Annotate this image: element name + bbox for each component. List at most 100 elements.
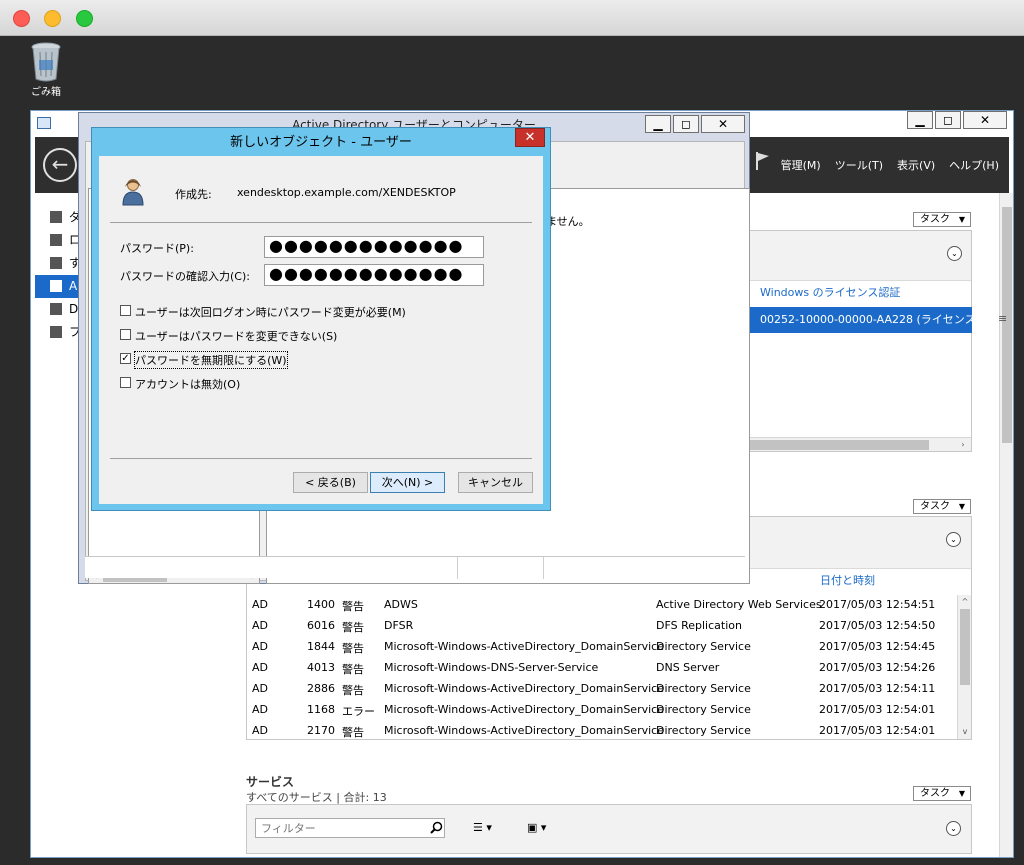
confirm-password-field[interactable]: ●●●●●●●●●●●●● — [264, 264, 484, 286]
table-cell: Active Directory Web Services — [656, 598, 822, 611]
maximize-button[interactable]: ◻ — [935, 111, 961, 129]
table-row[interactable]: AD 1844 警告 Microsoft-Windows-ActiveDirector… — [247, 636, 957, 657]
table-cell: 警告 — [342, 684, 364, 697]
server-manager-app-icon — [37, 117, 51, 129]
license-hscrollbar[interactable]: › — [749, 437, 971, 451]
checkbox-box[interactable] — [120, 377, 131, 388]
checkbox-box[interactable] — [120, 305, 131, 316]
main-scrollbar[interactable] — [999, 193, 1013, 857]
save-query-icon[interactable]: ▣ ▾ — [527, 821, 546, 834]
notification-flag-icon[interactable] — [755, 151, 771, 171]
aduc-minimize-button[interactable]: ▁ — [645, 115, 671, 133]
task-dropdown-2[interactable]: タスク — [913, 499, 971, 514]
list-view-options-icon[interactable]: ☰ ▾ — [473, 821, 492, 834]
table-row[interactable]: AD 1400 警告 ADWS Active Directory Web Service… — [247, 594, 957, 615]
search-icon[interactable] — [430, 821, 443, 834]
table-cell: Microsoft-Windows-DNS-Server-Service — [384, 661, 599, 674]
table-cell: AD — [252, 724, 268, 737]
table-cell: AD — [252, 640, 268, 653]
task-dropdown-3[interactable]: タスク — [913, 786, 971, 801]
license-activation-link[interactable]: Windows のライセンス認証 — [760, 284, 900, 300]
next-button[interactable]: 次へ(N) > — [370, 472, 445, 493]
panel-gripper-icon: ≡ — [998, 312, 1008, 325]
dashboard-icon — [50, 211, 62, 223]
license-hscroll-thumb[interactable] — [749, 440, 929, 450]
license-key-row[interactable]: 00252-10000-00000-AA228 (ライセンス認証 — [748, 307, 972, 333]
table-row[interactable]: AD 6016 警告 DFSR DFS Replication 2017/05/03 12… — [247, 615, 957, 636]
checkbox-box[interactable] — [120, 329, 131, 340]
dialog-title: 新しいオブジェクト - ユーザー — [230, 135, 412, 150]
table-cell: DFSR — [384, 619, 414, 632]
table-cell: 2017/05/03 12:54:50 — [819, 619, 936, 632]
back-button[interactable]: < 戻る(B) — [293, 472, 368, 493]
create-in-label: 作成先: — [175, 188, 212, 201]
scroll-right-icon[interactable]: › — [957, 439, 969, 451]
cancel-button[interactable]: キャンセル — [458, 472, 533, 493]
menu-manage[interactable]: 管理(M) — [781, 157, 821, 173]
divider — [110, 222, 532, 223]
table-cell: AD — [252, 619, 268, 632]
table-cell: 2017/05/03 12:54:45 — [819, 640, 936, 653]
minimize-button[interactable]: ▁ — [907, 111, 933, 129]
table-cell: 1844 — [307, 640, 335, 653]
table-cell: Microsoft-Windows-ActiveDirectory_Domain… — [384, 703, 664, 716]
date-column-header[interactable]: 日付と時刻 — [820, 572, 875, 588]
events-scrollbar[interactable]: ^ v — [957, 595, 971, 739]
table-cell: 警告 — [342, 726, 364, 739]
table-cell: 2886 — [307, 682, 335, 695]
close-button[interactable]: ✕ — [963, 111, 1007, 129]
services-subtitle: すべてのサービス | 合計: 13 — [246, 791, 387, 804]
events-scrollbar-thumb[interactable] — [960, 609, 970, 685]
back-arrow-icon: ← — [51, 152, 69, 176]
table-cell: ADWS — [384, 598, 418, 611]
dialog-close-button[interactable]: ✕ — [515, 128, 545, 147]
menu-help[interactable]: ヘルプ(H) — [949, 157, 999, 173]
aduc-message: ません。 — [546, 215, 590, 228]
filter-input[interactable] — [255, 818, 445, 838]
table-cell: 警告 — [342, 642, 364, 655]
window-titlebar — [0, 0, 1024, 36]
password-label: パスワード(P): — [120, 242, 194, 255]
servers-icon — [50, 257, 62, 269]
aduc-close-button[interactable]: ✕ — [701, 115, 745, 133]
table-cell: 4013 — [307, 661, 335, 674]
table-cell: Directory Service — [656, 640, 751, 653]
services-title: サービス — [246, 775, 295, 789]
aduc-statusbar — [85, 556, 745, 579]
expand-chevron-icon[interactable]: ⌄ — [946, 821, 961, 836]
task-dropdown-1[interactable]: タスク — [913, 212, 971, 227]
scroll-down-icon[interactable]: v — [959, 726, 971, 738]
table-cell: AD — [252, 682, 268, 695]
table-cell: 警告 — [342, 621, 364, 634]
table-cell: Microsoft-Windows-ActiveDirectory_Domain… — [384, 724, 664, 737]
back-button[interactable]: ← — [43, 148, 77, 182]
password-field[interactable]: ●●●●●●●●●●●●● — [264, 236, 484, 258]
trash-label: ごみ箱 — [31, 87, 61, 98]
close-icon: ✕ — [524, 130, 536, 145]
create-in-value: xendesktop.example.com/XENDESKTOP — [237, 186, 456, 199]
menu-tools[interactable]: ツール(T) — [835, 157, 883, 173]
table-row[interactable]: AD 2886 警告 Microsoft-Windows-ActiveDirector… — [247, 678, 957, 699]
table-row[interactable]: AD 4013 警告 Microsoft-Windows-DNS-Server-Ser… — [247, 657, 957, 678]
close-window-button[interactable] — [13, 10, 30, 27]
table-cell: Microsoft-Windows-ActiveDirectory_Domain… — [384, 640, 664, 653]
minimize-window-button[interactable] — [44, 10, 61, 27]
checkmark-icon[interactable]: ✓ — [120, 353, 131, 364]
zoom-window-button[interactable] — [76, 10, 93, 27]
table-cell: 2017/05/03 12:54:26 — [819, 661, 936, 674]
aduc-maximize-button[interactable]: ◻ — [673, 115, 699, 133]
menu-view[interactable]: 表示(V) — [897, 157, 935, 173]
table-cell: AD — [252, 598, 268, 611]
table-cell: 警告 — [342, 600, 364, 613]
main-scrollbar-thumb[interactable] — [1002, 207, 1012, 443]
trash-desktop-item[interactable]: ごみ箱 — [24, 42, 68, 98]
user-icon — [122, 179, 144, 206]
table-row[interactable]: AD 1168 エラー Microsoft-Windows-ActiveDirecto… — [247, 699, 957, 720]
scroll-up-icon[interactable]: ^ — [959, 596, 971, 608]
expand-chevron-icon[interactable]: ⌄ — [947, 246, 962, 261]
expand-chevron-icon[interactable]: ⌄ — [946, 532, 961, 547]
table-row[interactable]: AD 2170 警告 Microsoft-Windows-ActiveDirector… — [247, 720, 957, 741]
events-table: AD 1400 警告 ADWS Active Directory Web Service… — [247, 594, 957, 741]
table-cell: Microsoft-Windows-ActiveDirectory_Domain… — [384, 682, 664, 695]
ad-ds-icon — [50, 280, 62, 292]
